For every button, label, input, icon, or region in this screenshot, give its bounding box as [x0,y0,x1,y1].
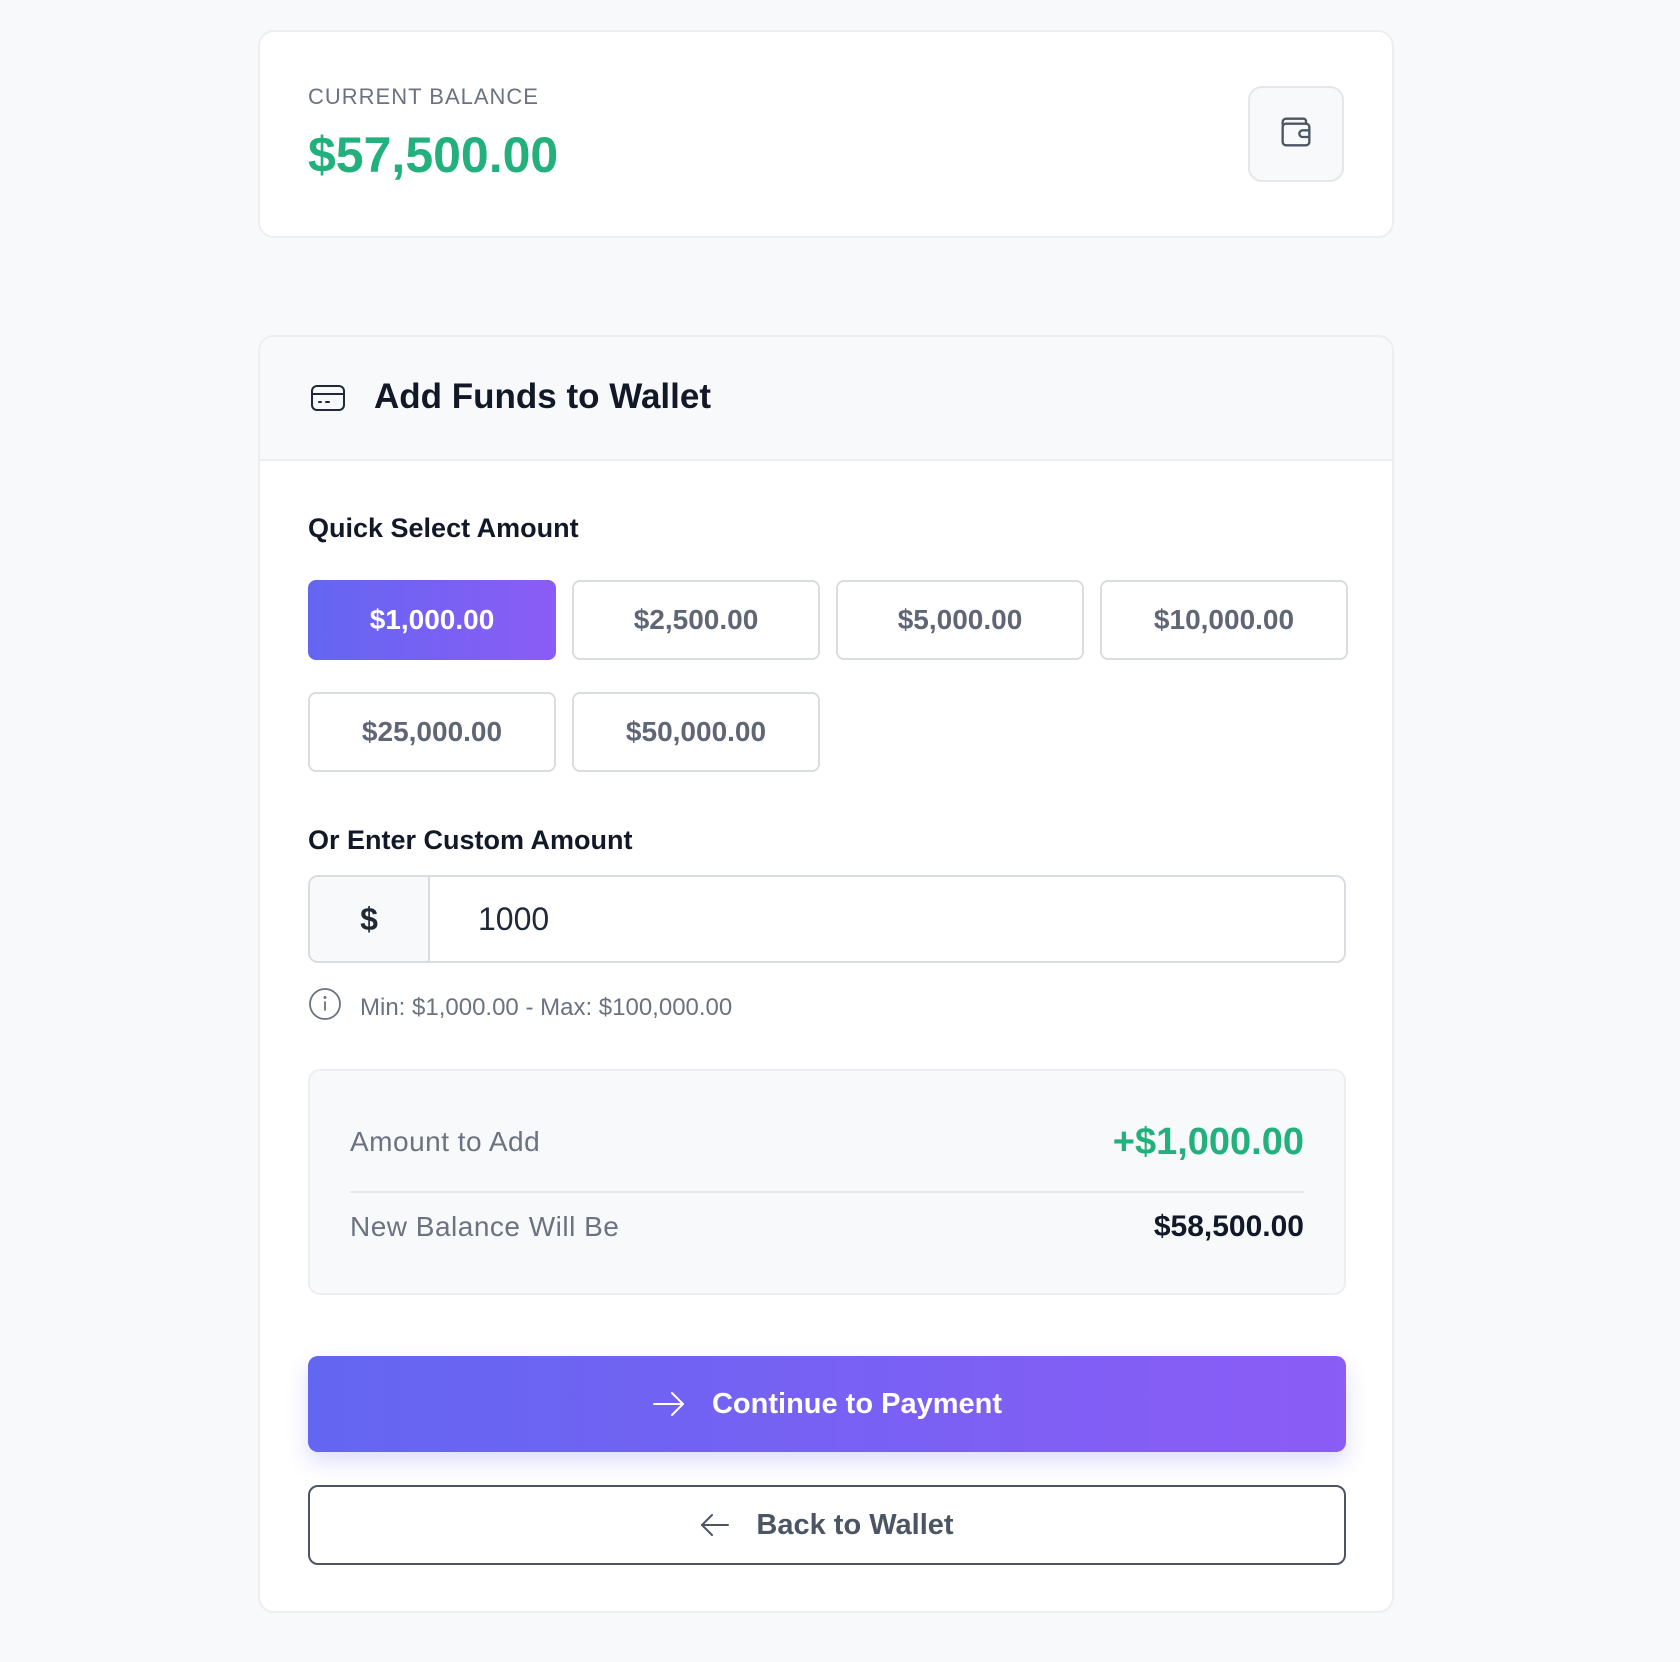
page-title: Add Funds to Wallet [374,377,711,416]
quick-amount-50000-button[interactable]: $50,000.00 [572,692,820,772]
summary-row-new-balance: New Balance Will Be $58,500.00 [350,1207,1304,1247]
custom-amount-label: Or Enter Custom Amount [308,825,633,855]
quick-amount-1000-button[interactable]: $1,000.00 [308,580,556,660]
continue-to-payment-button[interactable]: Continue to Payment [308,1356,1346,1452]
quick-select-label: Quick Select Amount [308,513,579,543]
wallet-icon [1276,112,1316,157]
back-to-wallet-label: Back to Wallet [756,1508,954,1541]
quick-amount-5000-button[interactable]: $5,000.00 [836,580,1084,660]
amount-limits-text: Min: $1,000.00 - Max: $100,000.00 [360,993,733,1021]
continue-to-payment-label: Continue to Payment [711,1387,1002,1420]
amount-to-add-label: Amount to Add [350,1126,541,1157]
arrow-left-icon [700,1513,730,1537]
summary-row-amount: Amount to Add +$1,000.00 [350,1111,1304,1193]
wallet-button[interactable] [1248,86,1344,182]
custom-amount-input[interactable] [430,877,1344,961]
balance-card: CURRENT BALANCE $57,500.00 [258,30,1394,238]
quick-amount-25000-button[interactable]: $25,000.00 [308,692,556,772]
amount-limits-hint: Min: $1,000.00 - Max: $100,000.00 [308,987,732,1028]
info-icon [308,987,342,1028]
back-to-wallet-button[interactable]: Back to Wallet [308,1485,1346,1565]
credit-card-icon [310,383,346,418]
quick-amount-2500-button[interactable]: $2,500.00 [572,580,820,660]
amount-to-add-value: +$1,000.00 [1112,1120,1304,1163]
new-balance-label: New Balance Will Be [350,1211,620,1242]
balance-amount: $57,500.00 [308,127,559,183]
summary-panel: Amount to Add +$1,000.00 New Balance Wil… [308,1069,1346,1295]
add-funds-card: Add Funds to Wallet Quick Select Amount … [258,335,1394,1613]
quick-amount-10000-button[interactable]: $10,000.00 [1100,580,1348,660]
new-balance-value: $58,500.00 [1153,1210,1304,1243]
balance-label: CURRENT BALANCE [308,84,539,109]
arrow-right-icon [652,1391,686,1417]
currency-prefix: $ [310,877,430,961]
add-funds-header: Add Funds to Wallet [260,337,1392,461]
custom-amount-group: $ [308,875,1346,963]
